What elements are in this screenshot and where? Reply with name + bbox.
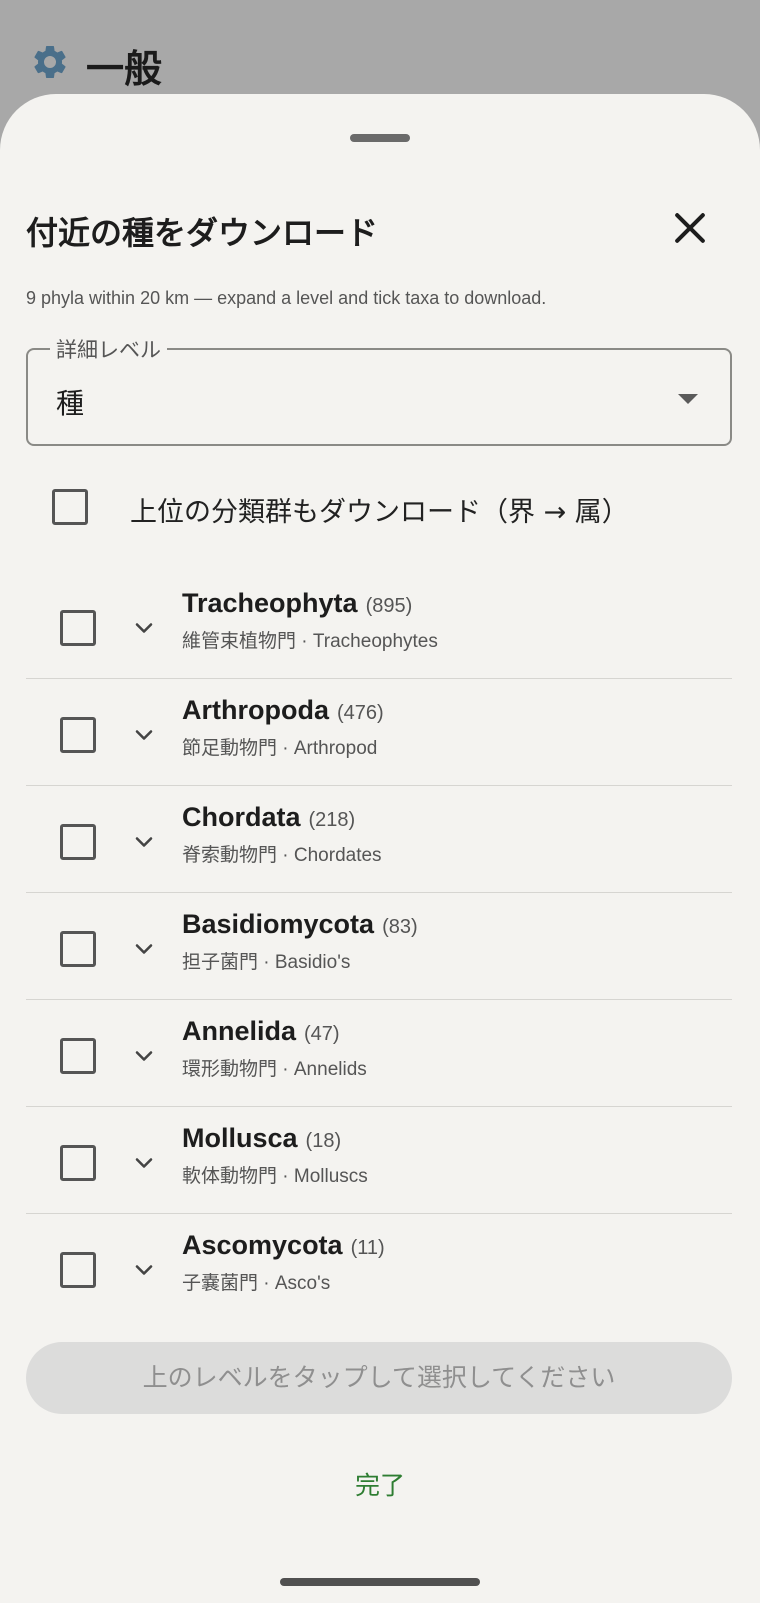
higher-taxa-label: 上位の分類群もダウンロード（界 → 属） <box>130 497 629 528</box>
download-bottom-sheet: 付近の種をダウンロード 9 phyla within 20 km — expan… <box>0 94 760 1603</box>
dropdown-arrow-icon <box>678 394 698 404</box>
taxon-count: (18) <box>305 1130 342 1152</box>
taxon-row-arthropoda[interactable]: Arthropoda (476) 節足動物門 · Arthropod <box>26 679 732 786</box>
taxon-name: Chordata <box>182 802 301 832</box>
done-button[interactable]: 完了 <box>0 1466 760 1502</box>
taxon-common-name: 脊索動物門 · Chordates <box>182 845 382 866</box>
select-level-button[interactable]: 上のレベルをタップして選択してください <box>26 1342 732 1414</box>
chevron-down-icon[interactable] <box>130 1149 158 1177</box>
taxon-common-name: 子嚢菌門 · Asco's <box>182 1273 331 1294</box>
sheet-title: 付近の種をダウンロード <box>26 214 379 252</box>
detail-level-value: 種 <box>56 387 85 420</box>
gear-icon <box>34 45 66 78</box>
chevron-down-icon[interactable] <box>130 1042 158 1070</box>
taxon-name: Annelida <box>182 1016 297 1046</box>
chevron-down-icon[interactable] <box>130 935 158 963</box>
taxon-common-name: 維管束植物門 · Tracheophytes <box>182 631 438 652</box>
background-title: 一般 <box>86 47 163 91</box>
chevron-down-icon[interactable] <box>130 614 158 642</box>
chevron-down-icon[interactable] <box>130 828 158 856</box>
drag-handle[interactable] <box>350 134 410 142</box>
taxon-count: (83) <box>382 916 418 938</box>
taxon-row-ascomycota[interactable]: Ascomycota (11) 子嚢菌門 · Asco's <box>26 1214 732 1320</box>
taxon-row-tracheophyta[interactable]: Tracheophyta (895) 維管束植物門 · Tracheophytes <box>26 572 732 679</box>
detail-level-dropdown[interactable]: 詳細レベル 種 <box>26 334 732 446</box>
taxon-row-mollusca[interactable]: Mollusca (18) 軟体動物門 · Molluscs <box>26 1107 732 1214</box>
taxon-common-name: 軟体動物門 · Molluscs <box>182 1166 368 1187</box>
higher-taxa-checkbox[interactable] <box>52 489 88 525</box>
taxon-checkbox[interactable] <box>60 1145 96 1181</box>
taxon-checkbox[interactable] <box>60 717 96 753</box>
taxon-name: Tracheophyta <box>182 588 358 618</box>
chevron-down-icon[interactable] <box>130 721 158 749</box>
taxon-count: (47) <box>304 1023 340 1045</box>
taxon-count: (895) <box>365 595 413 617</box>
taxon-name: Arthropoda <box>182 695 329 725</box>
sheet-subtitle: 9 phyla within 20 km — expand a level an… <box>26 288 547 308</box>
taxon-name: Basidiomycota <box>182 909 375 939</box>
taxon-row-annelida[interactable]: Annelida (47) 環形動物門 · Annelids <box>26 1000 732 1107</box>
taxon-checkbox[interactable] <box>60 824 96 860</box>
taxon-count: (11) <box>350 1237 385 1259</box>
chevron-down-icon[interactable] <box>130 1256 158 1284</box>
taxon-checkbox[interactable] <box>60 1038 96 1074</box>
taxon-count: (218) <box>308 809 356 831</box>
higher-taxa-option[interactable]: 上位の分類群もダウンロード（界 → 属） <box>0 474 760 544</box>
taxon-row-chordata[interactable]: Chordata (218) 脊索動物門 · Chordates <box>26 786 732 893</box>
home-indicator[interactable] <box>280 1578 480 1586</box>
taxon-count: (476) <box>336 702 384 724</box>
taxa-list: Tracheophyta (895) 維管束植物門 · Tracheophytes… <box>26 572 732 1320</box>
taxon-checkbox[interactable] <box>60 931 96 967</box>
taxon-checkbox[interactable] <box>60 1252 96 1288</box>
taxon-name: Mollusca <box>182 1123 298 1153</box>
taxon-common-name: 環形動物門 · Annelids <box>182 1059 367 1080</box>
close-icon[interactable] <box>668 206 712 250</box>
taxon-name: Ascomycota <box>182 1230 343 1260</box>
taxon-common-name: 担子菌門 · Basidio's <box>182 952 351 973</box>
taxon-row-basidiomycota[interactable]: Basidiomycota (83) 担子菌門 · Basidio's <box>26 893 732 1000</box>
detail-level-label: 詳細レベル <box>50 334 167 364</box>
taxon-checkbox[interactable] <box>60 610 96 646</box>
taxon-common-name: 節足動物門 · Arthropod <box>182 738 378 759</box>
